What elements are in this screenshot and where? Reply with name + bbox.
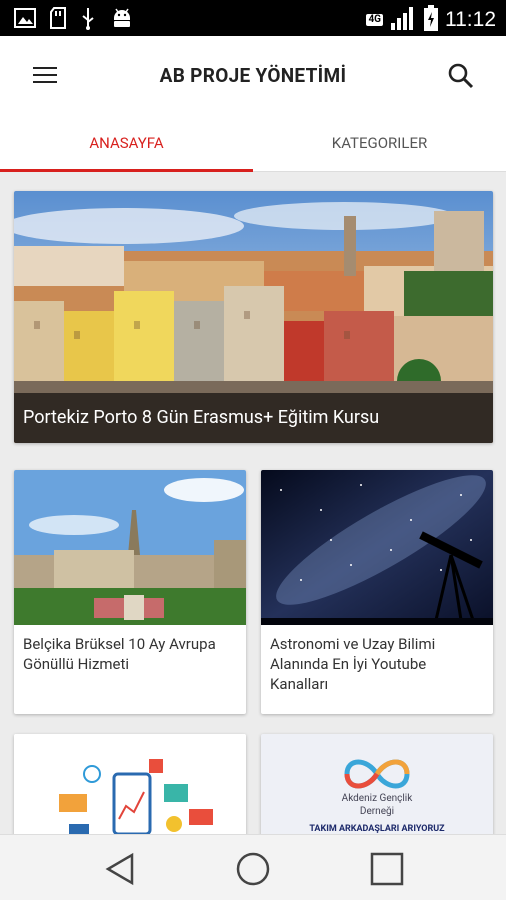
tab-kategoriler[interactable]: KATEGORILER [253,114,506,171]
post-list[interactable]: Portekiz Porto 8 Gün Erasmus+ Eğitim Kur… [0,172,506,834]
network-type: 4G [366,14,383,26]
infographic-icons-image [14,734,246,834]
post-card[interactable]: Belçika Brüksel 10 Ay Avrupa Gönüllü Hiz… [14,470,246,714]
post-card[interactable]: Astronomi ve Uzay Bilimi Alanında En İyi… [261,470,493,714]
recents-icon[interactable] [369,851,405,887]
post-card[interactable]: Akdeniz Gençlik Derneği TAKIM ARKADAŞLAR… [261,734,493,834]
sd-card-icon [50,7,66,33]
back-icon[interactable] [102,851,138,887]
status-bar: 4G 11:12 [0,0,506,36]
post-card[interactable] [14,734,246,834]
featured-post-title: Portekiz Porto 8 Gün Erasmus+ Eğitim Kur… [14,393,493,443]
battery-icon [423,4,439,36]
akdeniz-genclik-logo [344,759,410,789]
system-nav-bar [0,834,506,900]
android-icon [110,6,134,34]
clock: 11:12 [445,8,496,31]
post-title: Belçika Brüksel 10 Ay Avrupa Gönüllü Hiz… [23,635,216,673]
search-icon[interactable] [446,61,476,91]
recruitment-banner: TAKIM ARKADAŞLARI ARIYORUZ [309,824,445,834]
app-bar: AB PROJE YÖNETİMİ [0,36,506,114]
image-icon [14,8,36,32]
app-title: AB PROJE YÖNETİMİ [159,64,347,87]
usb-icon [80,6,96,34]
telescope-night-sky-image [261,470,493,625]
featured-post-card[interactable]: Portekiz Porto 8 Gün Erasmus+ Eğitim Kur… [14,191,493,443]
signal-icon [389,5,417,35]
post-title: Astronomi ve Uzay Bilimi Alanında En İyi… [270,635,436,693]
home-icon[interactable] [235,851,271,887]
brussels-city-image [14,470,246,625]
tab-bar: ANASAYFA KATEGORILER [0,114,506,172]
org-name: Akdeniz Gençlik Derneği [341,793,413,817]
tab-anasayfa[interactable]: ANASAYFA [0,114,253,172]
